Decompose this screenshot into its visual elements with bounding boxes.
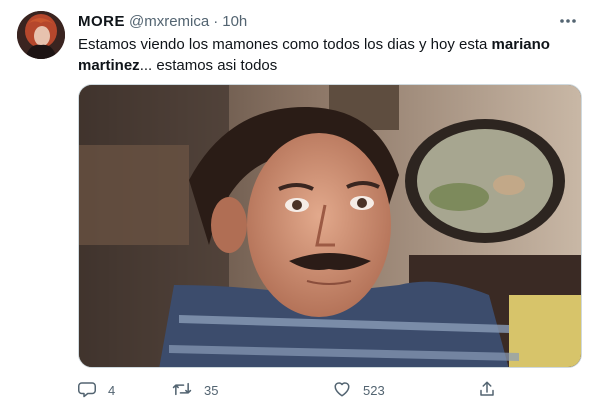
author-handle[interactable]: @mxremica <box>129 13 209 30</box>
tweet-media-image[interactable] <box>78 84 582 368</box>
avatar[interactable] <box>17 11 65 59</box>
retweet-icon <box>172 380 192 401</box>
share-button[interactable] <box>478 380 496 401</box>
tweet-actions: 4 35 523 <box>78 380 548 400</box>
author-name[interactable]: MORE <box>78 13 125 30</box>
share-icon <box>478 380 496 401</box>
more-horizontal-icon <box>559 11 577 29</box>
tweet-text-part-2: ... estamos asi todos <box>139 57 278 74</box>
separator-dot: · <box>213 12 219 30</box>
tweet-header: MORE @mxremica · 10h <box>78 11 577 31</box>
heart-icon <box>333 380 351 401</box>
more-options-button[interactable] <box>557 12 579 28</box>
like-button[interactable]: 523 <box>333 380 468 401</box>
reply-button[interactable]: 4 <box>78 380 178 401</box>
retweet-count: 35 <box>204 382 219 398</box>
tweet-text-part-1: Estamos viendo los mamones como todos lo… <box>78 36 492 53</box>
timestamp[interactable]: 10h <box>222 13 247 30</box>
tweet-text: Estamos viendo los mamones como todos lo… <box>78 34 578 76</box>
tweet-card[interactable]: MORE @mxremica · 10h Estamos viendo los … <box>0 0 597 413</box>
like-count: 523 <box>363 382 385 398</box>
retweet-button[interactable]: 35 <box>172 380 307 401</box>
reply-icon <box>78 380 96 401</box>
reply-count: 4 <box>108 382 116 398</box>
